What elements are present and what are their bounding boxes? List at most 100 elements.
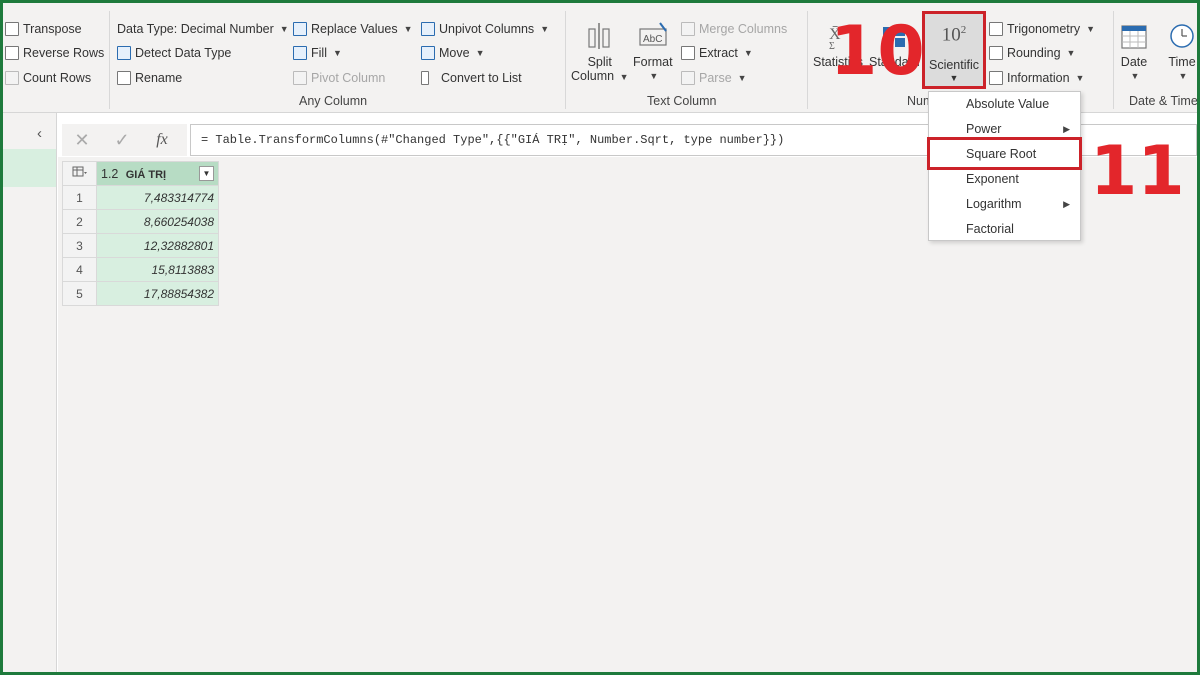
chevron-down-icon: ▼ <box>332 48 342 58</box>
chevron-down-icon: ▼ <box>737 73 747 83</box>
convert-to-list-icon <box>421 71 429 85</box>
menu-item-square-root[interactable]: Square Root <box>929 142 1080 167</box>
split-column-button[interactable]: Split Column ▼ <box>571 21 628 84</box>
move-button[interactable]: Move ▼ <box>421 43 485 63</box>
text-column-group-label: Text Column <box>647 94 717 108</box>
table-cell[interactable]: 17,88854382 <box>96 281 219 306</box>
trigonometry-icon <box>989 22 1003 36</box>
table-cell[interactable]: 12,32882801 <box>96 233 219 258</box>
menu-item-logarithm[interactable]: Logarithm ▶ <box>929 192 1080 217</box>
information-button[interactable]: Information ▼ <box>989 68 1084 88</box>
row-number: 3 <box>62 233 97 258</box>
pivot-column-button[interactable]: Pivot Column <box>293 68 385 88</box>
filter-dropdown-icon[interactable]: ▼ <box>199 166 214 181</box>
merge-columns-icon <box>681 22 695 36</box>
chevron-down-icon: ▼ <box>1086 24 1096 34</box>
ribbon-separator <box>109 11 110 109</box>
scientific-icon: 102 <box>941 24 967 46</box>
rounding-button[interactable]: Rounding ▼ <box>989 43 1075 63</box>
date-time-group-label: Date & Time Column <box>1129 94 1200 108</box>
move-icon <box>421 46 435 60</box>
chevron-down-icon: ▼ <box>279 24 289 34</box>
table-menu-icon[interactable] <box>62 161 97 186</box>
scientific-button[interactable]: 102 Scientific ▼ <box>922 11 986 89</box>
unpivot-columns-button[interactable]: Unpivot Columns ▼ <box>421 19 549 39</box>
column-header-gia-tri[interactable]: 1.2 GIÁ TRỊ ▼ <box>96 161 219 186</box>
chevron-down-icon: ▼ <box>743 48 753 58</box>
table-row: 3 12,32882801 <box>62 233 219 258</box>
table-cell[interactable]: 15,8113883 <box>96 257 219 282</box>
any-column-group-label: Any Column <box>299 94 368 108</box>
date-button[interactable]: Date ▼ <box>1119 21 1149 83</box>
step-10-annotation: 10 <box>830 12 925 91</box>
calendar-icon <box>1119 21 1149 51</box>
fill-button[interactable]: Fill ▼ <box>293 43 342 63</box>
extract-icon <box>681 46 695 60</box>
transpose-icon <box>5 22 19 36</box>
chevron-down-icon: ▼ <box>1075 73 1085 83</box>
time-button[interactable]: Time ▼ <box>1167 21 1197 83</box>
extract-button[interactable]: Extract ▼ <box>681 43 753 63</box>
menu-item-factorial[interactable]: Factorial <box>929 217 1080 242</box>
scientific-dropdown-menu: Absolute Value Power ▶ Square Root Expon… <box>928 91 1081 241</box>
row-number: 4 <box>62 257 97 282</box>
table-cell[interactable]: 8,660254038 <box>96 209 219 234</box>
ribbon-separator <box>807 11 808 109</box>
detect-data-type-icon <box>117 46 131 60</box>
chevron-right-icon: ▶ <box>1063 124 1070 134</box>
chevron-right-icon: ▶ <box>1063 199 1070 209</box>
chevron-down-icon: ▼ <box>1066 48 1076 58</box>
row-number: 5 <box>62 281 97 306</box>
table-row: 5 17,88854382 <box>62 281 219 306</box>
rename-button[interactable]: Rename <box>117 68 182 88</box>
fill-down-icon <box>293 46 307 60</box>
check-icon[interactable]: ✓ <box>102 130 142 151</box>
selected-query[interactable] <box>3 149 56 187</box>
chevron-down-icon: ▼ <box>619 72 629 82</box>
fx-icon[interactable]: fx <box>142 131 182 149</box>
replace-values-icon <box>293 22 307 36</box>
ribbon-separator <box>565 11 566 109</box>
menu-item-power[interactable]: Power ▶ <box>929 117 1080 142</box>
table-row: 4 15,8113883 <box>62 257 219 282</box>
table-row: 2 8,660254038 <box>62 209 219 234</box>
chevron-down-icon: ▼ <box>1178 71 1188 81</box>
row-number: 2 <box>62 209 97 234</box>
split-column-icon <box>585 21 615 51</box>
cancel-icon[interactable]: ✕ <box>62 130 102 151</box>
pivot-column-icon <box>293 71 307 85</box>
menu-item-absolute-value[interactable]: Absolute Value <box>929 92 1080 117</box>
information-icon <box>989 71 1003 85</box>
replace-values-button[interactable]: Replace Values ▼ <box>293 19 413 39</box>
formula-controls: ✕ ✓ fx <box>62 124 187 156</box>
format-icon: AbC <box>638 21 668 51</box>
chevron-down-icon: ▼ <box>1130 71 1140 81</box>
queries-pane: ‹ <box>3 113 57 672</box>
table-row: 1 7,483314774 <box>62 185 219 210</box>
trigonometry-button[interactable]: Trigonometry ▼ <box>989 19 1095 39</box>
chevron-left-icon[interactable]: ‹ <box>37 125 42 142</box>
chevron-down-icon: ▼ <box>475 48 485 58</box>
rounding-icon <box>989 46 1003 60</box>
convert-to-list-button[interactable]: Convert to List <box>421 68 522 88</box>
menu-item-exponent[interactable]: Exponent <box>929 167 1080 192</box>
merge-columns-button[interactable]: Merge Columns <box>681 19 787 39</box>
count-rows-button[interactable]: Count Rows <box>5 68 91 88</box>
ribbon-separator <box>1113 11 1114 109</box>
detect-data-type-button[interactable]: Detect Data Type <box>117 43 231 63</box>
table-cell[interactable]: 7,483314774 <box>96 185 219 210</box>
parse-button[interactable]: Parse ▼ <box>681 68 747 88</box>
decimal-type-icon[interactable]: 1.2 <box>101 167 118 181</box>
step-11-annotation: 11 <box>1090 132 1185 211</box>
format-button[interactable]: AbC Format ▼ <box>633 21 673 83</box>
reverse-rows-button[interactable]: Reverse Rows <box>5 43 104 63</box>
clock-icon <box>1167 21 1197 51</box>
chevron-down-icon: ▼ <box>403 24 413 34</box>
chevron-down-icon: ▼ <box>949 73 959 84</box>
data-type-dropdown[interactable]: Data Type: Decimal Number ▼ <box>117 19 289 39</box>
transpose-button[interactable]: Transpose <box>5 19 82 39</box>
row-number: 1 <box>62 185 97 210</box>
chevron-down-icon: ▼ <box>540 24 550 34</box>
data-grid: 1.2 GIÁ TRỊ ▼ 1 7,483314774 2 8,66025403… <box>62 161 219 306</box>
count-rows-icon <box>5 71 19 85</box>
